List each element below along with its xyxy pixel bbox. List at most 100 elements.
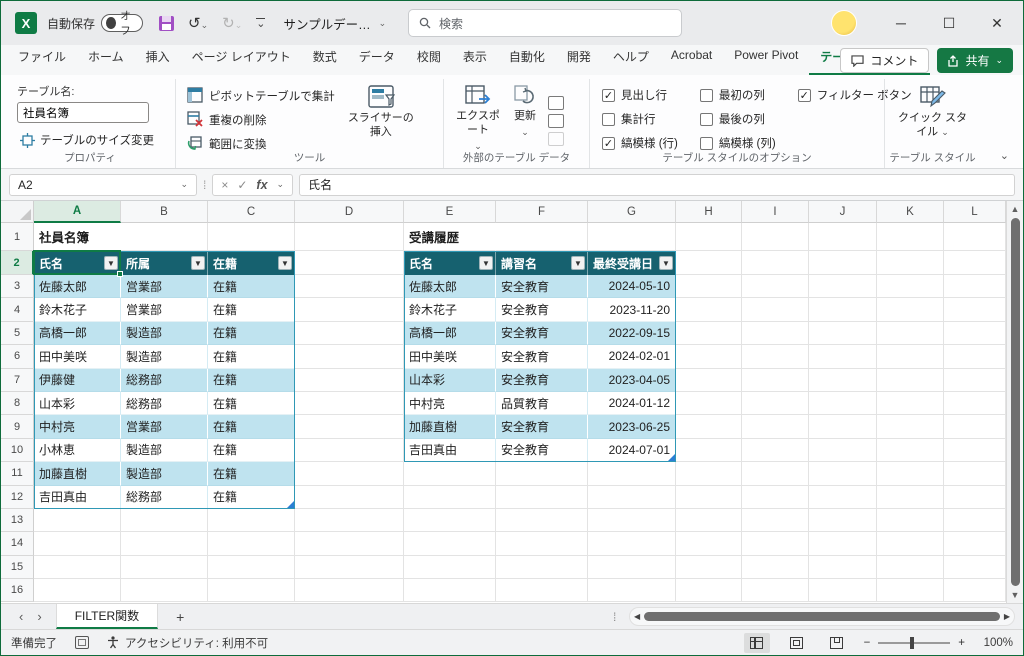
scroll-down-icon[interactable]: ▼ bbox=[1007, 587, 1023, 603]
cell-G3[interactable]: 2024-05-10 bbox=[588, 275, 676, 298]
cell-K4[interactable] bbox=[877, 298, 944, 321]
cell-L7[interactable] bbox=[944, 369, 1006, 392]
cell-E4[interactable]: 鈴木花子 bbox=[404, 298, 496, 321]
maximize-button[interactable]: ☐ bbox=[929, 7, 969, 39]
cell-B9[interactable]: 営業部 bbox=[121, 415, 208, 438]
cell-J6[interactable] bbox=[809, 345, 877, 368]
scroll-right-icon[interactable]: ▶ bbox=[1004, 612, 1010, 621]
cell-A1[interactable]: 社員名簿 bbox=[34, 223, 121, 251]
column-header-C[interactable]: C bbox=[208, 201, 295, 223]
cell-A13[interactable] bbox=[34, 509, 121, 532]
column-header-G[interactable]: G bbox=[588, 201, 676, 223]
share-button[interactable]: 共有 ⌄ bbox=[937, 48, 1013, 73]
row-header-2[interactable]: 2 bbox=[1, 251, 34, 275]
cell-G8[interactable]: 2024-01-12 bbox=[588, 392, 676, 415]
cell-K5[interactable] bbox=[877, 322, 944, 345]
cell-G13[interactable] bbox=[588, 509, 676, 532]
select-all-button[interactable] bbox=[1, 201, 34, 223]
cell-J7[interactable] bbox=[809, 369, 877, 392]
cell-C9[interactable]: 在籍 bbox=[208, 415, 295, 438]
cell-E11[interactable] bbox=[404, 462, 496, 485]
page-break-view-button[interactable] bbox=[824, 633, 850, 653]
cell-B12[interactable]: 総務部 bbox=[121, 486, 208, 509]
cell-G10[interactable]: 2024-07-01 bbox=[588, 439, 676, 462]
cell-K13[interactable] bbox=[877, 509, 944, 532]
cell-D6[interactable] bbox=[295, 345, 404, 368]
cell-F12[interactable] bbox=[496, 486, 588, 509]
cell-F9[interactable]: 安全教育 bbox=[496, 415, 588, 438]
cell-D10[interactable] bbox=[295, 439, 404, 462]
cell-E3[interactable]: 佐藤太郎 bbox=[404, 275, 496, 298]
cell-D1[interactable] bbox=[295, 223, 404, 251]
row-header-12[interactable]: 12 bbox=[1, 486, 34, 509]
ribbon-tab-2[interactable]: 挿入 bbox=[135, 42, 181, 75]
cell-H14[interactable] bbox=[676, 532, 742, 555]
add-sheet-button[interactable]: + bbox=[158, 609, 202, 625]
cell-C6[interactable]: 在籍 bbox=[208, 345, 295, 368]
cell-G2[interactable]: 最終受講日▼ bbox=[588, 251, 676, 275]
row-header-3[interactable]: 3 bbox=[1, 275, 34, 298]
cell-D16[interactable] bbox=[295, 579, 404, 602]
cell-K15[interactable] bbox=[877, 556, 944, 579]
ribbon-tab-6[interactable]: 校閲 bbox=[406, 42, 452, 75]
horizontal-scrollbar[interactable]: ◀ ▶ bbox=[629, 607, 1015, 626]
cell-K14[interactable] bbox=[877, 532, 944, 555]
cell-C13[interactable] bbox=[208, 509, 295, 532]
cell-L4[interactable] bbox=[944, 298, 1006, 321]
open-in-browser-icon[interactable] bbox=[548, 114, 564, 128]
cell-D15[interactable] bbox=[295, 556, 404, 579]
zoom-slider[interactable] bbox=[878, 642, 950, 644]
cell-G15[interactable] bbox=[588, 556, 676, 579]
cell-L2[interactable] bbox=[944, 251, 1006, 275]
cell-J2[interactable] bbox=[809, 251, 877, 275]
cell-H10[interactable] bbox=[676, 439, 742, 462]
cell-I9[interactable] bbox=[742, 415, 809, 438]
checkbox-4[interactable]: 最後の列 bbox=[700, 111, 776, 127]
cancel-entry-icon[interactable]: × bbox=[221, 178, 228, 192]
cell-L15[interactable] bbox=[944, 556, 1006, 579]
zoom-level[interactable]: 100% bbox=[979, 637, 1013, 649]
cell-C7[interactable]: 在籍 bbox=[208, 369, 295, 392]
cell-D14[interactable] bbox=[295, 532, 404, 555]
column-header-F[interactable]: F bbox=[496, 201, 588, 223]
cell-G1[interactable] bbox=[588, 223, 676, 251]
cell-B15[interactable] bbox=[121, 556, 208, 579]
cell-E2[interactable]: 氏名▼ bbox=[404, 251, 496, 275]
cell-C3[interactable]: 在籍 bbox=[208, 275, 295, 298]
cell-D2[interactable] bbox=[295, 251, 404, 275]
cell-H7[interactable] bbox=[676, 369, 742, 392]
cell-I1[interactable] bbox=[742, 223, 809, 251]
cell-G9[interactable]: 2023-06-25 bbox=[588, 415, 676, 438]
cell-C8[interactable]: 在籍 bbox=[208, 392, 295, 415]
cell-L1[interactable] bbox=[944, 223, 1006, 251]
column-header-H[interactable]: H bbox=[676, 201, 742, 223]
cell-F11[interactable] bbox=[496, 462, 588, 485]
cell-A6[interactable]: 田中美咲 bbox=[34, 345, 121, 368]
filter-dropdown-icon[interactable]: ▼ bbox=[571, 256, 585, 270]
cell-B1[interactable] bbox=[121, 223, 208, 251]
cell-F3[interactable]: 安全教育 bbox=[496, 275, 588, 298]
ribbon-tab-3[interactable]: ページ レイアウト bbox=[181, 42, 302, 75]
cell-J5[interactable] bbox=[809, 322, 877, 345]
cell-H8[interactable] bbox=[676, 392, 742, 415]
cell-F14[interactable] bbox=[496, 532, 588, 555]
cell-F8[interactable]: 品質教育 bbox=[496, 392, 588, 415]
cell-C11[interactable]: 在籍 bbox=[208, 462, 295, 485]
cell-K12[interactable] bbox=[877, 486, 944, 509]
ribbon-tab-1[interactable]: ホーム bbox=[77, 42, 135, 75]
accessibility-status[interactable]: アクセシビリティ: 利用不可 bbox=[107, 635, 268, 651]
document-title[interactable]: サンプルデー… ⌄ bbox=[283, 14, 386, 33]
cell-F16[interactable] bbox=[496, 579, 588, 602]
cell-D7[interactable] bbox=[295, 369, 404, 392]
search-input[interactable]: 検索 bbox=[408, 9, 682, 37]
column-header-J[interactable]: J bbox=[809, 201, 877, 223]
cell-G5[interactable]: 2022-09-15 bbox=[588, 322, 676, 345]
cell-J15[interactable] bbox=[809, 556, 877, 579]
row-header-10[interactable]: 10 bbox=[1, 439, 34, 462]
cell-F4[interactable]: 安全教育 bbox=[496, 298, 588, 321]
cell-L9[interactable] bbox=[944, 415, 1006, 438]
column-header-E[interactable]: E bbox=[404, 201, 496, 223]
cell-E15[interactable] bbox=[404, 556, 496, 579]
next-sheet-icon[interactable]: › bbox=[37, 609, 41, 624]
cell-K10[interactable] bbox=[877, 439, 944, 462]
